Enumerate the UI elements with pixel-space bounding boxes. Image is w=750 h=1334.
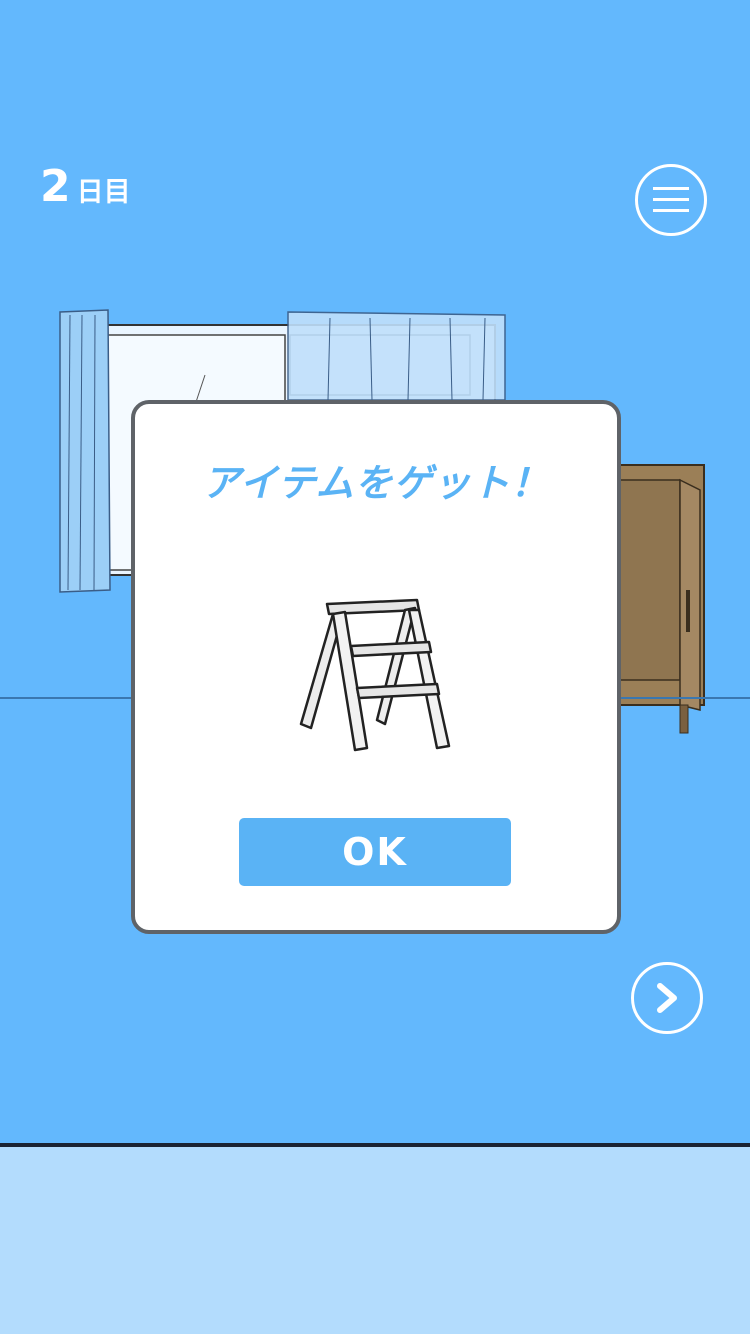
left-curtain[interactable] [59,309,111,593]
right-curtain[interactable] [287,311,506,401]
ok-button[interactable]: OK [239,818,511,886]
next-room-button[interactable] [631,962,703,1034]
stepladder-icon [299,598,451,752]
chevron-right-icon [657,983,677,1013]
menu-button[interactable] [635,164,707,236]
item-get-dialog: アイテムをゲット！ OK [131,400,621,934]
item-bar[interactable] [0,1147,750,1334]
game-screen: 2 日目 アイテムをゲット！ OK [0,0,750,1334]
day-number: 2 [40,161,71,212]
hamburger-menu-icon [653,187,689,212]
dialog-title: アイテムをゲット！ [202,461,550,505]
day-counter: 2 日目 [40,162,131,218]
day-suffix: 日目 [76,177,131,208]
